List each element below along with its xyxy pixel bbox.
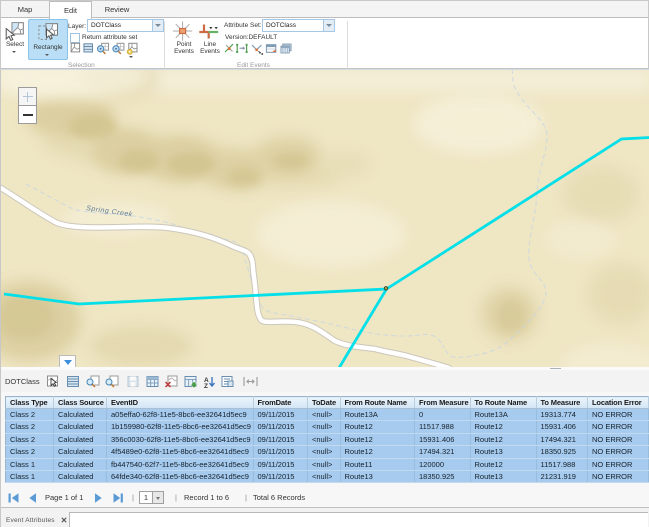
svg-text:Z: Z — [204, 383, 208, 388]
